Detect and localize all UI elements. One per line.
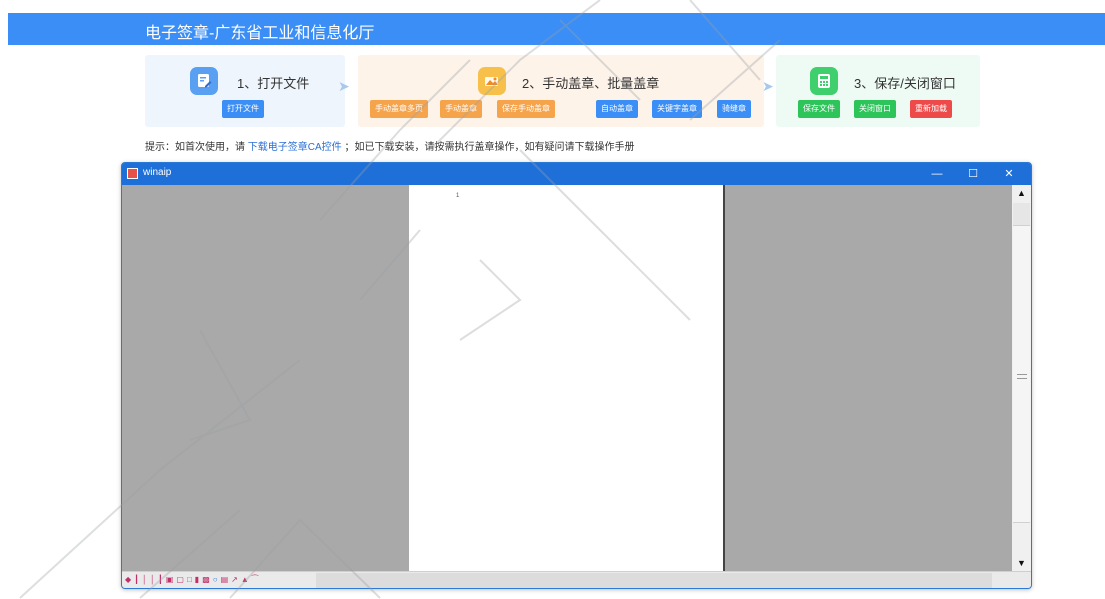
calculator-icon [810, 67, 838, 95]
fit-width-icon[interactable]: ▣ [166, 574, 174, 586]
keyword-stamp-button[interactable]: 关键字盖章 [652, 100, 702, 118]
edit-icon [190, 67, 218, 95]
scroll-down-icon[interactable]: ▼ [1012, 555, 1031, 571]
reload-button[interactable]: 重新加载 [910, 100, 952, 118]
signature-tool-icon[interactable]: ⁀ [252, 574, 258, 586]
auto-stamp-button[interactable]: 自动盖章 [596, 100, 638, 118]
step1-title: 1、打开文件 [237, 76, 310, 91]
zoom-in-icon[interactable]: ▮ [195, 574, 199, 586]
document-page[interactable]: 1 [409, 185, 725, 571]
page-number: 1 [456, 193, 460, 199]
vertical-scrollbar[interactable]: ▲ ▼ [1012, 185, 1031, 571]
last-page-icon[interactable]: │ [150, 574, 155, 586]
manual-stamp-multipage-button[interactable]: 手动盖章多页 [370, 100, 428, 118]
step-open-file: 1、打开文件 打开文件 [145, 55, 345, 127]
zoom-out-icon[interactable]: ▩ [202, 574, 210, 586]
close-window-icon[interactable]: ✕ [998, 165, 1020, 183]
scroll-thumb[interactable] [1013, 225, 1030, 523]
maximize-button[interactable]: ☐ [962, 165, 984, 183]
window-title: winaip [143, 167, 172, 178]
seam-stamp-button[interactable]: 骑缝章 [717, 100, 751, 118]
print-icon[interactable]: ▤ [221, 574, 229, 586]
actual-size-icon[interactable]: □ [187, 574, 192, 586]
header-bar: 电子签章-广东省工业和信息化厅 [8, 13, 1105, 45]
scroll-up-icon[interactable]: ▲ [1012, 185, 1031, 201]
hint-text: 提示：如首次使用，请 下载电子签章CA控件 ；如已下载安装，请按需执行盖章操作，… [145, 138, 634, 153]
search-icon[interactable]: ○ [213, 574, 218, 586]
document-viewer[interactable]: 1 [122, 185, 1012, 571]
toolbar-icons: ◆ ┃ │ │ ┃ ▣ ▢ □ ▮ ▩ ○ ▤ ↗ ▲ ⁀ [125, 574, 258, 586]
prev-page-icon[interactable]: ┃ [134, 574, 139, 586]
nav-first-icon[interactable]: ◆ [125, 574, 131, 586]
open-file-button[interactable]: 打开文件 [222, 100, 264, 118]
step3-title: 3、保存/关闭窗口 [854, 76, 956, 91]
next-page-icon[interactable]: │ [142, 574, 147, 586]
document-window: winaip — ☐ ✕ 1 ▲ ▼ ◆ ┃ │ │ ┃ ▣ ▢ □ ▮ ▩ ○… [121, 162, 1032, 589]
page-title: 电子签章-广东省工业和信息化厅 [145, 25, 375, 42]
step-save-close: 3、保存/关闭窗口 保存文件 关闭窗口 重新加载 [776, 55, 980, 127]
hint-suffix: ；如已下载安装，请按需执行盖章操作，如有疑问请下载操作手册 [344, 142, 635, 153]
save-manual-stamp-button[interactable]: 保存手动盖章 [497, 100, 555, 118]
window-titlebar: winaip — ☐ ✕ [122, 163, 1031, 185]
step-arrow-icon: ➤ [762, 78, 774, 94]
manual-stamp-button[interactable]: 手动盖章 [440, 100, 482, 118]
step-stamp: 2、手动盖章、批量盖章 手动盖章多页 手动盖章 保存手动盖章 自动盖章 关键字盖… [358, 55, 764, 127]
toolbar-status-area [316, 573, 992, 588]
viewer-toolbar: ◆ ┃ │ │ ┃ ▣ ▢ □ ▮ ▩ ○ ▤ ↗ ▲ ⁀ [122, 571, 1031, 588]
rotate-icon[interactable]: ↗ [231, 574, 238, 586]
hint-prefix: 提示：如首次使用，请 [145, 142, 245, 153]
save-file-button[interactable]: 保存文件 [798, 100, 840, 118]
stamp-icon [478, 67, 506, 95]
minimize-button[interactable]: — [926, 165, 948, 183]
stamp-tool-icon[interactable]: ▲ [241, 574, 249, 586]
app-icon [127, 168, 138, 179]
step2-title: 2、手动盖章、批量盖章 [522, 76, 660, 91]
scroll-grip-icon [1017, 374, 1027, 379]
close-window-button[interactable]: 关闭窗口 [854, 100, 896, 118]
fit-page-icon[interactable]: ▢ [176, 574, 184, 586]
step-arrow-icon: ➤ [338, 78, 350, 94]
jump-page-icon[interactable]: ┃ [158, 574, 163, 586]
download-ca-link[interactable]: 下载电子签章CA控件 [248, 142, 342, 153]
